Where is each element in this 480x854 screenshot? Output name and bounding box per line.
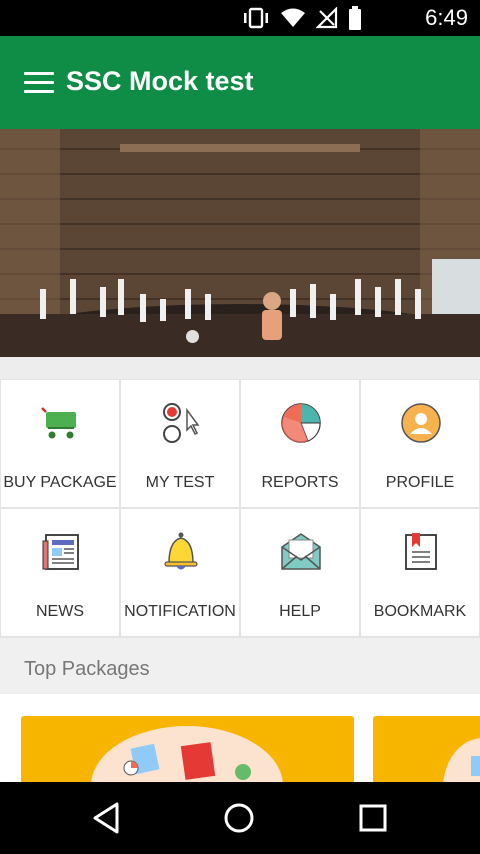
bookmark-icon	[405, 533, 437, 570]
banner-scene	[0, 129, 480, 357]
tile-label: NEWS	[36, 603, 84, 620]
menu-grid: BUY PACKAGE MY TEST REPORTS PROFILE NEWS…	[0, 379, 480, 638]
tile-label: BOOKMARK	[373, 603, 467, 620]
back-icon[interactable]	[89, 800, 125, 836]
banner-image[interactable]	[0, 129, 480, 357]
tile-news[interactable]: NEWS	[1, 509, 119, 636]
hamburger-menu-icon[interactable]	[24, 72, 54, 96]
package-illustration	[443, 738, 480, 782]
status-time: 6:49	[425, 5, 468, 30]
tile-my-test[interactable]: MY TEST	[121, 380, 239, 507]
app-bar: SSC Mock test	[0, 36, 480, 129]
radio-test-icon	[163, 403, 200, 443]
tile-profile[interactable]: PROFILE	[361, 380, 479, 507]
tile-notification[interactable]: NOTIFICATION	[121, 509, 239, 636]
recents-icon[interactable]	[355, 800, 391, 836]
tile-bookmark[interactable]: BOOKMARK	[361, 509, 479, 636]
tile-reports[interactable]: REPORTS	[241, 380, 359, 507]
packages-carousel[interactable]	[0, 694, 480, 782]
newspaper-icon	[42, 534, 79, 570]
status-bar: 6:49	[0, 0, 480, 36]
section-title: Top Packages	[24, 658, 150, 680]
vibrate-icon	[244, 7, 268, 29]
home-icon[interactable]	[221, 800, 257, 836]
tile-label: REPORTS	[261, 474, 339, 491]
tile-label: PROFILE	[385, 474, 455, 491]
tile-label: MY TEST	[145, 474, 215, 491]
tile-label: HELP	[279, 603, 321, 620]
package-card[interactable]	[373, 716, 480, 782]
package-card[interactable]	[21, 716, 354, 782]
spacer	[0, 357, 480, 379]
no-signal-icon	[316, 7, 338, 29]
tile-help[interactable]: HELP	[241, 509, 359, 636]
cart-icon	[41, 407, 76, 439]
envelope-icon	[281, 533, 321, 570]
profile-icon	[401, 403, 441, 443]
app-title: SSC Mock test	[66, 66, 254, 96]
tile-buy-package[interactable]: BUY PACKAGE	[1, 380, 119, 507]
banner-pager-dot[interactable]	[186, 330, 199, 343]
status-icons	[242, 6, 362, 30]
tile-label: NOTIFICATION	[124, 603, 236, 620]
bell-icon	[164, 532, 198, 570]
battery-icon	[349, 6, 361, 30]
tile-label: BUY PACKAGE	[3, 474, 117, 491]
system-nav-bar	[0, 782, 480, 854]
wifi-icon	[281, 8, 305, 27]
package-illustration	[91, 726, 283, 782]
pie-chart-icon	[281, 403, 321, 443]
